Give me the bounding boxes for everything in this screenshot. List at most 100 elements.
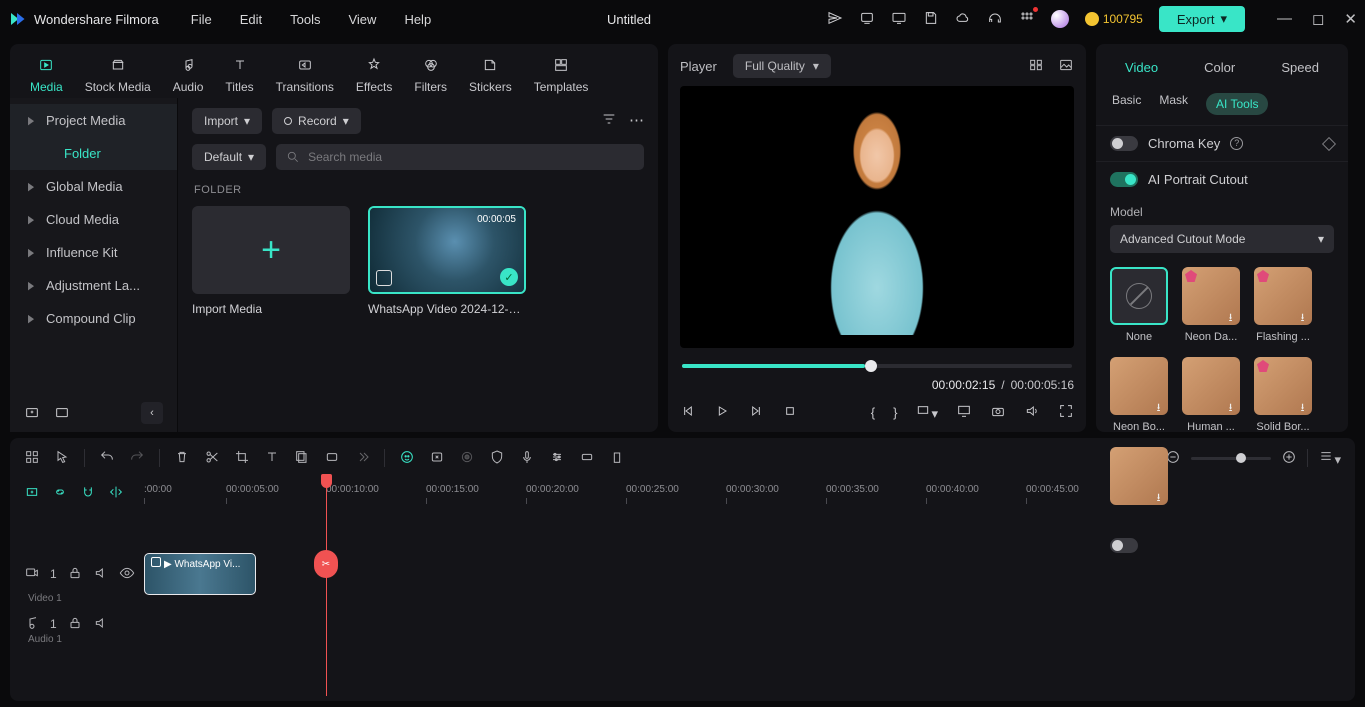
sort-dropdown[interactable]: Default▾ — [192, 144, 266, 170]
tl-text-button[interactable] — [264, 449, 280, 468]
image-icon[interactable] — [1058, 57, 1074, 76]
menu-help[interactable]: Help — [404, 12, 431, 27]
mark-out-button[interactable]: } — [893, 405, 897, 420]
playhead-cut-icon[interactable]: ✂ — [314, 550, 338, 578]
video-clip[interactable]: ▶ WhatsApp Vi... — [144, 553, 256, 595]
search-input[interactable]: Search media — [276, 144, 644, 170]
apps-icon[interactable] — [1019, 10, 1035, 29]
zoom-in-button[interactable] — [1281, 449, 1297, 468]
chroma-key-toggle[interactable] — [1110, 136, 1138, 151]
minimize-button[interactable]: — — [1277, 10, 1292, 28]
style-solid-border[interactable]: ⭳Solid Bor... — [1254, 357, 1312, 433]
tl-delete-button[interactable] — [174, 449, 190, 468]
tab-titles[interactable]: Titles — [225, 54, 253, 94]
menu-file[interactable]: File — [191, 12, 212, 27]
maximize-button[interactable]: ◻ — [1312, 10, 1324, 28]
play-button[interactable] — [714, 403, 730, 422]
layout-icon[interactable] — [1028, 57, 1044, 76]
tab-templates[interactable]: Templates — [534, 54, 589, 94]
tl-mic-button[interactable] — [519, 449, 535, 468]
tab-effects[interactable]: Effects — [356, 54, 392, 94]
tab-audio[interactable]: Audio — [173, 54, 204, 94]
new-folder-icon[interactable] — [24, 404, 40, 423]
tl-cut-button[interactable] — [204, 449, 220, 468]
tl-add-track-icon[interactable] — [24, 484, 40, 503]
screen-icon[interactable] — [891, 10, 907, 29]
sidebar-item-compound-clip[interactable]: Compound Clip — [10, 302, 177, 335]
sub-tab-ai-tools[interactable]: AI Tools — [1206, 93, 1268, 115]
info-icon[interactable]: ? — [1230, 137, 1243, 150]
filter-icon[interactable] — [601, 111, 617, 131]
next-frame-button[interactable] — [748, 403, 764, 422]
tl-redo-button[interactable] — [129, 449, 145, 468]
device-icon[interactable] — [859, 10, 875, 29]
stop-button[interactable] — [782, 403, 798, 422]
tl-tag-button[interactable] — [324, 449, 340, 468]
save-icon[interactable] — [923, 10, 939, 29]
tl-link-icon[interactable] — [52, 484, 68, 503]
tl-record-button[interactable] — [459, 449, 475, 468]
model-dropdown[interactable]: Advanced Cutout Mode▾ — [1110, 225, 1334, 253]
playhead[interactable]: ✂ — [326, 478, 327, 696]
menu-edit[interactable]: Edit — [240, 12, 262, 27]
tab-filters[interactable]: Filters — [414, 54, 447, 94]
cloud-icon[interactable] — [955, 10, 971, 29]
tl-marker-button[interactable] — [609, 449, 625, 468]
import-media-card[interactable]: + Import Media — [192, 206, 350, 316]
headphones-icon[interactable] — [987, 10, 1003, 29]
coin-balance[interactable]: 100795 — [1085, 12, 1143, 26]
tab-media[interactable]: Media — [30, 54, 63, 94]
fullscreen-button[interactable] — [1058, 403, 1074, 422]
sidebar-item-folder[interactable]: Folder — [10, 137, 177, 170]
ratio-dropdown[interactable]: ▾ — [915, 402, 938, 422]
tab-transitions[interactable]: Transitions — [276, 54, 334, 94]
close-button[interactable]: ✕ — [1344, 10, 1357, 28]
menu-tools[interactable]: Tools — [290, 12, 320, 27]
preview-canvas[interactable] — [680, 86, 1074, 348]
track-mute-icon[interactable] — [93, 565, 109, 584]
tl-view-button[interactable]: ▾ — [1318, 448, 1341, 468]
user-avatar[interactable] — [1051, 10, 1069, 28]
zoom-slider[interactable] — [1191, 457, 1271, 460]
sidebar-item-project-media[interactable]: Project Media — [10, 104, 177, 137]
tab-stock-media[interactable]: Stock Media — [85, 54, 151, 94]
sidebar-item-adjustment-layer[interactable]: Adjustment La... — [10, 269, 177, 302]
media-clip-card[interactable]: 00:00:05 ✓ WhatsApp Video 2024-12-08... — [368, 206, 526, 316]
prop-tab-video[interactable]: Video — [1119, 56, 1164, 79]
keyframe-icon[interactable] — [1322, 136, 1336, 150]
style-none[interactable]: None — [1110, 267, 1168, 343]
prop-tab-color[interactable]: Color — [1198, 56, 1241, 79]
tl-cursor-icon[interactable] — [54, 449, 70, 468]
style-neon-border[interactable]: ⭳Neon Bo... — [1110, 357, 1168, 433]
prev-frame-button[interactable] — [680, 403, 696, 422]
import-dropdown[interactable]: Import▾ — [192, 108, 262, 134]
mark-in-button[interactable]: { — [871, 405, 875, 420]
tl-crop-button[interactable] — [234, 449, 250, 468]
tl-grid-icon[interactable] — [24, 449, 40, 468]
export-button[interactable]: Export▾ — [1159, 6, 1245, 32]
tl-clip-button[interactable] — [579, 449, 595, 468]
display-icon[interactable] — [956, 403, 972, 422]
tab-stickers[interactable]: Stickers — [469, 54, 512, 94]
sub-tab-basic[interactable]: Basic — [1112, 93, 1141, 115]
tl-enhance-button[interactable] — [429, 449, 445, 468]
track-lock-icon[interactable] — [67, 565, 83, 584]
tl-ai-button[interactable] — [399, 449, 415, 468]
ai-portrait-toggle[interactable] — [1110, 172, 1138, 187]
audio-mute-icon[interactable] — [93, 615, 109, 634]
tl-adjust-button[interactable] — [549, 449, 565, 468]
track-visible-icon[interactable] — [119, 565, 135, 584]
style-neon-dash[interactable]: ⭳Neon Da... — [1182, 267, 1240, 343]
tl-shield-button[interactable] — [489, 449, 505, 468]
timeline-ruler[interactable]: ✂ :00:00 00:00:05:00 00:00:10:00 00:00:1… — [138, 478, 1355, 506]
sidebar-item-global-media[interactable]: Global Media — [10, 170, 177, 203]
style-human[interactable]: ⭳Human ... — [1182, 357, 1240, 433]
tl-magnet-icon[interactable] — [80, 484, 96, 503]
menu-view[interactable]: View — [348, 12, 376, 27]
sidebar-item-cloud-media[interactable]: Cloud Media — [10, 203, 177, 236]
tl-copy-button[interactable] — [294, 449, 310, 468]
quality-dropdown[interactable]: Full Quality▾ — [733, 54, 831, 78]
collapse-sidebar-button[interactable]: ‹ — [141, 402, 163, 424]
scrub-bar[interactable] — [682, 364, 1072, 368]
record-dropdown[interactable]: Record▾ — [272, 108, 361, 134]
